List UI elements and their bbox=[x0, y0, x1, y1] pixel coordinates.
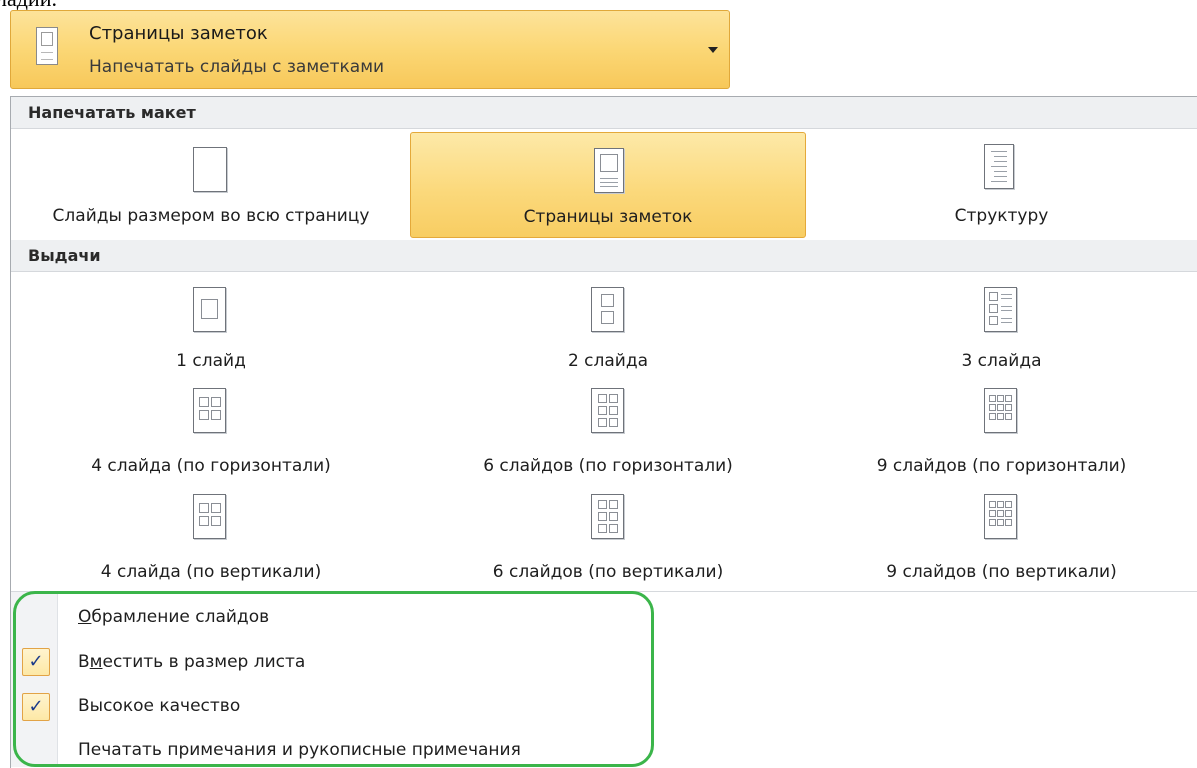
section-header-print-layout: Напечатать макет bbox=[11, 97, 1197, 129]
handout-option-1-slide[interactable]: 1 слайд bbox=[12, 275, 410, 380]
handout-option-label: 4 слайда (по вертикали) bbox=[100, 562, 322, 582]
handout-option-6-slides-vertical[interactable]: 6 слайдов (по вертикали) bbox=[410, 485, 806, 585]
three-slides-icon bbox=[984, 287, 1017, 332]
section-header-handouts: Выдачи bbox=[11, 240, 1197, 272]
handout-option-2-slides[interactable]: 2 слайда bbox=[410, 275, 806, 380]
option-label: брамление слайдов bbox=[91, 607, 270, 627]
handout-option-label: 1 слайд bbox=[176, 351, 246, 371]
accelerator-key: О bbox=[78, 607, 92, 627]
four-slides-vertical-icon bbox=[193, 494, 226, 539]
accelerator-key: м bbox=[89, 652, 103, 672]
nine-slides-vertical-icon bbox=[984, 494, 1017, 539]
dropdown-subtitle: Напечатать слайды с заметками bbox=[89, 57, 385, 77]
layout-option-label: Слайды размером во всю страницу bbox=[52, 206, 370, 226]
layout-option-label: Страницы заметок bbox=[523, 207, 693, 227]
handout-option-6-slides-horizontal[interactable]: 6 слайдов (по горизонтали) bbox=[410, 380, 806, 480]
handout-option-label: 9 слайдов (по горизонтали) bbox=[876, 456, 1127, 476]
layout-option-outline[interactable]: Структуру bbox=[806, 132, 1197, 238]
option-label: Печатать примечания и рукописные примеча… bbox=[78, 740, 521, 760]
chevron-down-icon[interactable] bbox=[708, 47, 718, 53]
option-label: В bbox=[78, 652, 90, 672]
section-title: Выдачи bbox=[28, 246, 101, 265]
outline-icon bbox=[984, 144, 1014, 189]
handout-option-label: 9 слайдов (по вертикали) bbox=[886, 562, 1117, 582]
print-layout-dropdown[interactable]: Страницы заметок Напечатать слайды с зам… bbox=[10, 10, 730, 89]
six-slides-vertical-icon bbox=[591, 494, 624, 539]
section-title: Напечатать макет bbox=[28, 103, 196, 122]
full-page-slide-icon bbox=[193, 147, 227, 192]
notes-page-icon bbox=[36, 27, 58, 65]
option-label: естить в размер листа bbox=[102, 652, 306, 672]
menu-separator bbox=[11, 591, 1197, 592]
handout-option-9-slides-horizontal[interactable]: 9 слайдов (по горизонтали) bbox=[806, 380, 1197, 480]
option-scale-to-fit-paper[interactable]: Вместить в размер листа bbox=[78, 652, 305, 672]
handout-option-label: 2 слайда bbox=[567, 351, 649, 371]
handout-option-label: 4 слайда (по горизонтали) bbox=[91, 456, 331, 476]
four-slides-horizontal-icon bbox=[193, 388, 226, 433]
dropdown-title: Страницы заметок bbox=[89, 23, 268, 44]
option-frame-slides[interactable]: Обрамление слайдов bbox=[78, 607, 269, 627]
option-print-comments-and-ink[interactable]: Печатать примечания и рукописные примеча… bbox=[78, 740, 521, 760]
menu-check-column bbox=[11, 592, 58, 767]
notes-page-icon bbox=[594, 148, 624, 193]
handout-option-4-slides-horizontal[interactable]: 4 слайда (по горизонтали) bbox=[12, 380, 410, 480]
handout-option-label: 6 слайдов (по горизонтали) bbox=[483, 456, 733, 476]
check-icon: ✓ bbox=[22, 693, 50, 721]
layout-option-notes-pages[interactable]: Страницы заметок bbox=[410, 132, 806, 238]
handout-option-4-slides-vertical[interactable]: 4 слайда (по вертикали) bbox=[12, 485, 410, 585]
two-slides-icon bbox=[591, 287, 624, 332]
handout-option-label: 6 слайдов (по вертикали) bbox=[492, 562, 724, 582]
layout-option-label: Структуру bbox=[954, 206, 1049, 226]
check-icon: ✓ bbox=[22, 648, 50, 676]
handout-option-3-slides[interactable]: 3 слайда bbox=[806, 275, 1197, 380]
option-high-quality[interactable]: Высокое качество bbox=[78, 696, 240, 716]
layout-option-full-page[interactable]: Слайды размером во всю страницу bbox=[12, 132, 410, 238]
handout-option-9-slides-vertical[interactable]: 9 слайдов (по вертикали) bbox=[806, 485, 1197, 585]
one-slide-icon bbox=[193, 287, 226, 332]
handout-option-label: 3 слайда bbox=[961, 351, 1042, 371]
six-slides-horizontal-icon bbox=[591, 388, 624, 433]
option-label: Высокое качество bbox=[78, 696, 241, 716]
nine-slides-horizontal-icon bbox=[984, 388, 1017, 433]
